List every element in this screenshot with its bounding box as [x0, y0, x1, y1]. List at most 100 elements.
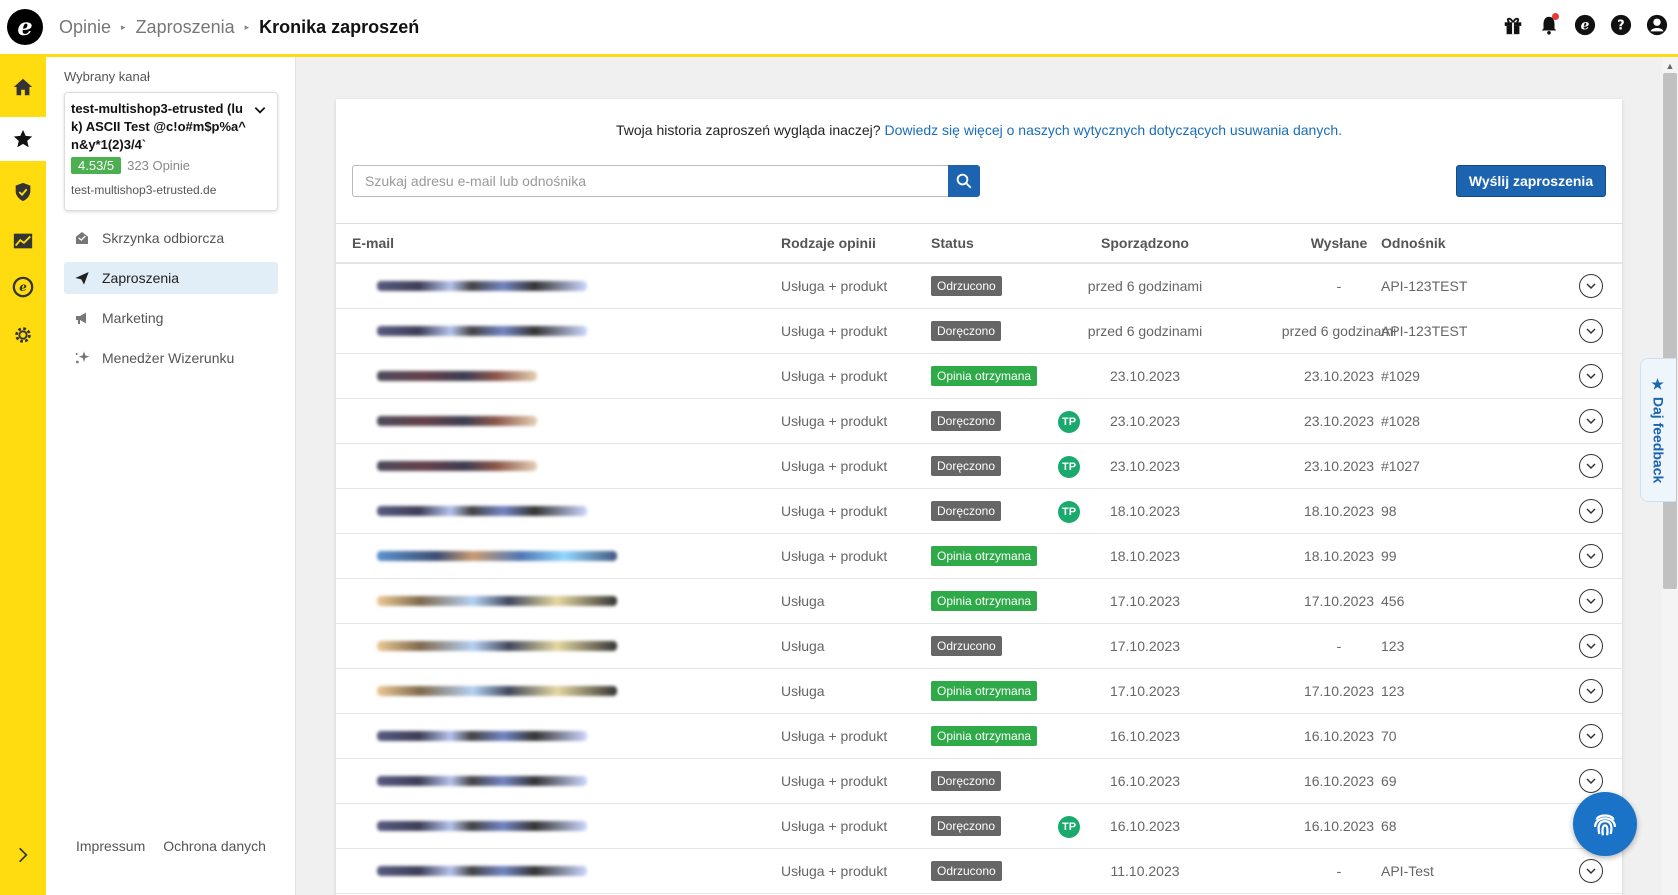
table-row[interactable]: Usługa + produkt Opinia otrzymana 18.10.20…: [336, 534, 1622, 579]
expand-row-button[interactable]: [1579, 634, 1603, 658]
notice-link[interactable]: Dowiedz się więcej o naszych wytycznych …: [884, 122, 1342, 138]
channel-selector[interactable]: test-multishop3-etrusted (luk) ASCII Tes…: [64, 92, 278, 211]
shield-icon[interactable]: [0, 170, 46, 214]
impressum-link[interactable]: Impressum: [76, 838, 145, 854]
redacted-email: [377, 281, 587, 291]
status-cell: Opinia otrzymana: [931, 714, 1038, 758]
expand-row-button[interactable]: [1579, 859, 1603, 883]
expand-row-button[interactable]: [1579, 724, 1603, 748]
fingerprint-button[interactable]: [1573, 792, 1637, 856]
expand-row-button[interactable]: [1579, 319, 1603, 343]
scrollbar-thumb[interactable]: [1663, 73, 1677, 589]
status-cell: Doręczono: [931, 309, 1002, 353]
expand-row-button[interactable]: [1579, 499, 1603, 523]
table-row[interactable]: Usługa + produkt Doręczono 16.10.2023 16.10…: [336, 759, 1622, 804]
channel-label: Wybrany kanał: [64, 69, 150, 84]
analytics-icon[interactable]: [0, 219, 46, 263]
expand-row-button[interactable]: [1579, 274, 1603, 298]
table-row[interactable]: Usługa Odrzucono 17.10.2023-123: [336, 624, 1622, 669]
expand-cell: [1579, 624, 1603, 668]
table-row[interactable]: Usługa + produkt Doręczono TP 23.10.2023 23.…: [336, 444, 1622, 489]
expand-row-button[interactable]: [1579, 769, 1603, 793]
chevron-down-icon: [1586, 373, 1596, 380]
created-cell: 17.10.2023: [1109, 638, 1181, 654]
status-badge: Odrzucono: [931, 861, 1002, 881]
sparkles-icon: [75, 351, 90, 364]
created-cell: 23.10.2023: [1109, 368, 1181, 384]
table-row[interactable]: Usługa + produkt Doręczono TP 16.10.2023 16.…: [336, 804, 1622, 849]
etrusted-icon[interactable]: e: [1574, 14, 1596, 36]
status-cell: Opinia otrzymana: [931, 354, 1038, 398]
expand-row-button[interactable]: [1579, 679, 1603, 703]
chevron-down-icon: [1586, 418, 1596, 425]
expand-sidebar-icon[interactable]: [0, 837, 46, 873]
expand-row-button[interactable]: [1579, 409, 1603, 433]
created-cell: 23.10.2023: [1109, 458, 1181, 474]
table-row[interactable]: Usługa + produkt Doręczono TP 18.10.2023 18.…: [336, 489, 1622, 534]
rating-badge: 4.53/5: [71, 157, 122, 174]
expand-cell: [1579, 714, 1603, 758]
account-icon[interactable]: [1646, 14, 1668, 36]
nav-item-label: Menedżer Wizerunku: [102, 350, 235, 366]
expand-row-button[interactable]: [1579, 454, 1603, 478]
redacted-email: [377, 731, 587, 741]
email-cell: [352, 804, 587, 848]
scroll-up-icon[interactable]: ▲: [1664, 60, 1676, 72]
email-cell: [352, 309, 587, 353]
etrusted-e-icon[interactable]: e: [0, 265, 46, 309]
feedback-tab[interactable]: ★ Daj feedback: [1640, 358, 1676, 502]
bell-icon[interactable]: [1538, 13, 1560, 36]
etrusted-logo[interactable]: e: [7, 9, 43, 45]
table-row[interactable]: Usługa + produkt Odrzucono przed 6 godzina…: [336, 264, 1622, 309]
expand-row-button[interactable]: [1579, 544, 1603, 568]
gear-icon[interactable]: [0, 313, 46, 357]
email-cell: [352, 714, 587, 758]
redacted-email: [377, 551, 617, 561]
side-nav: Skrzynka odbiorcza Zaproszenia Marketing…: [64, 222, 278, 382]
email-cell: [352, 759, 587, 803]
table-row[interactable]: Usługa + produkt Doręczono przed 6 godzina…: [336, 309, 1622, 354]
email-cell: [352, 579, 617, 623]
home-icon[interactable]: [0, 65, 46, 109]
table-row[interactable]: Usługa + produkt Opinia otrzymana 23.10.20…: [336, 354, 1622, 399]
expand-row-button[interactable]: [1579, 364, 1603, 388]
status-cell: Opinia otrzymana: [931, 669, 1038, 713]
megaphone-icon: [76, 312, 86, 324]
table-row[interactable]: Usługa + produkt Doręczono TP 23.10.2023 23.…: [336, 399, 1622, 444]
chevron-down-icon: [1586, 283, 1596, 290]
redacted-email: [377, 641, 617, 651]
nav-item-image-manager[interactable]: Menedżer Wizerunku: [64, 342, 278, 374]
star-icon[interactable]: [0, 117, 46, 161]
nav-item-invitations[interactable]: Zaproszenia: [64, 262, 278, 294]
review-type-cell: Usługa + produkt: [781, 863, 888, 879]
reference-cell: API-Test: [1381, 863, 1434, 879]
created-cell: 17.10.2023: [1109, 683, 1181, 699]
reference-cell: 70: [1381, 728, 1397, 744]
column-status[interactable]: Status: [931, 224, 974, 262]
column-review-type[interactable]: Rodzaje opinii: [781, 224, 876, 262]
send-invitations-button[interactable]: Wyślij zaproszenia: [1456, 165, 1606, 197]
email-cell: [352, 489, 587, 533]
reference-cell: #1028: [1381, 413, 1420, 429]
column-email[interactable]: E-mail: [352, 224, 394, 262]
breadcrumb-zaproszenia[interactable]: Zaproszenia: [136, 17, 235, 38]
expand-row-button[interactable]: [1579, 589, 1603, 613]
search-button[interactable]: [948, 165, 980, 197]
table-row[interactable]: Usługa + produkt Opinia otrzymana 16.10.20…: [336, 714, 1622, 759]
column-created[interactable]: Sporządzono: [1026, 224, 1264, 262]
gift-icon[interactable]: [1502, 14, 1524, 36]
table-row[interactable]: Usługa + produkt Odrzucono 11.10.2023- API-…: [336, 849, 1622, 894]
table-row[interactable]: Usługa Opinia otrzymana 17.10.2023 17.10.20…: [336, 579, 1622, 624]
nav-item-marketing[interactable]: Marketing: [64, 302, 278, 334]
reference-cell: 99: [1381, 548, 1397, 564]
help-icon[interactable]: ?: [1610, 14, 1632, 36]
table-row[interactable]: Usługa Opinia otrzymana 17.10.2023 17.10.20…: [336, 669, 1622, 714]
nav-item-inbox[interactable]: Skrzynka odbiorcza: [64, 222, 278, 254]
breadcrumb-opinie[interactable]: Opinie: [59, 17, 111, 38]
status-badge: Odrzucono: [931, 276, 1002, 296]
reference-cell: #1029: [1381, 368, 1420, 384]
column-reference[interactable]: Odnośnik: [1381, 224, 1446, 262]
review-type-cell: Usługa: [781, 593, 825, 609]
search-input[interactable]: [352, 165, 948, 197]
privacy-link[interactable]: Ochrona danych: [163, 838, 266, 854]
